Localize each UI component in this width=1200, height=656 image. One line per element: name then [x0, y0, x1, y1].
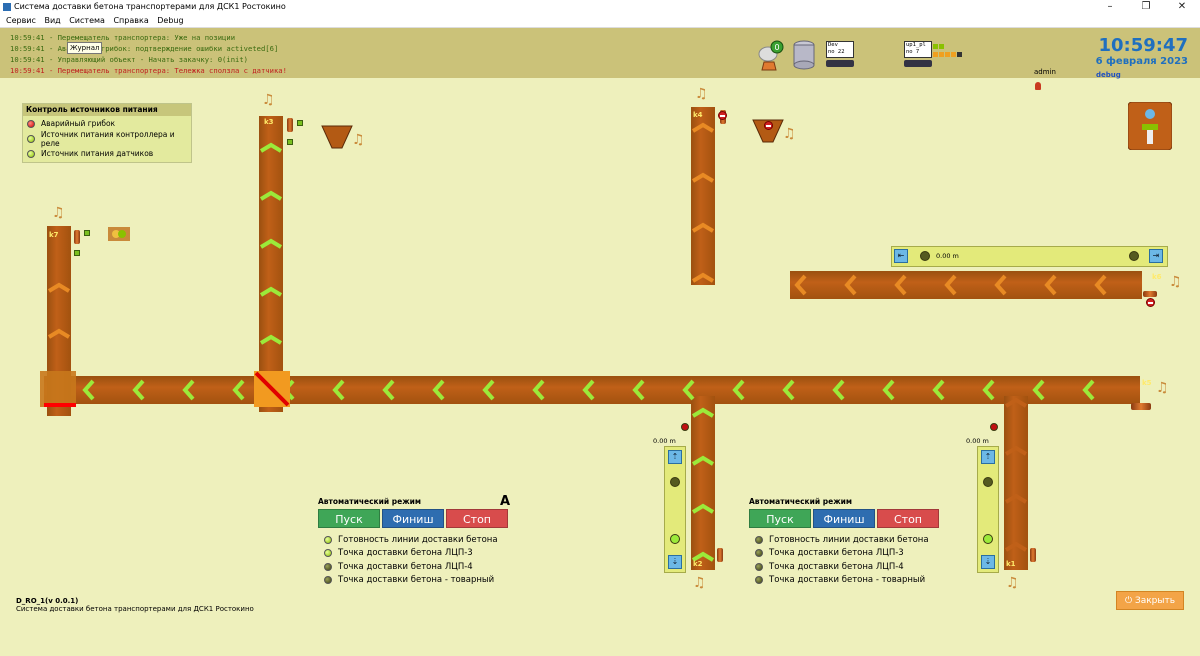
sound-icon: ♫ [693, 575, 706, 591]
sound-icon: ♫ [352, 132, 365, 148]
finish-button[interactable]: Финиш [813, 509, 875, 528]
status-led-icon [324, 562, 332, 571]
conveyor-label-k4: k4 [693, 111, 703, 119]
sensor-icon [297, 120, 303, 126]
status-led-icon [324, 549, 332, 558]
stop-sign-icon [718, 111, 727, 120]
move-up-button[interactable]: ⇡ [668, 450, 682, 464]
status-led-icon [755, 535, 763, 544]
status-item: Точка доставки бетона - товарный [324, 574, 518, 588]
conveyor-chevrons [40, 119, 1107, 562]
sensor-icon [84, 230, 90, 236]
mode-tag: A [500, 494, 511, 509]
motor-k7[interactable] [74, 230, 80, 244]
status-item: Точка доставки бетона ЛЦП-3 [755, 547, 949, 561]
status-led-icon [755, 576, 763, 585]
status-item: Готовность линии доставки бетона [324, 533, 518, 547]
auto-mode-right: Автоматический режим Пуск Финиш Стоп Гот… [749, 497, 949, 587]
close-button-label: Закрыть [1134, 596, 1176, 606]
status-item: Точка доставки бетона ЛЦП-4 [755, 560, 949, 574]
status-item-label: Точка доставки бетона ЛЦП-3 [769, 548, 904, 559]
start-button[interactable]: Пуск [749, 509, 811, 528]
sound-icon: ♫ [52, 205, 65, 221]
sound-icon: ♫ [695, 86, 708, 102]
sensor-icon [74, 250, 80, 256]
auto-mode-left: Автоматический режим A Пуск Финиш Стоп Г… [318, 494, 518, 588]
k6-distance: 0.00 m [936, 252, 959, 260]
status-item-label: Точка доставки бетона ЛЦП-4 [338, 561, 473, 572]
auto-mode-title: Автоматический режим [318, 497, 422, 506]
alarm-led-icon [681, 423, 689, 431]
status-item: Точка доставки бетона - товарный [755, 574, 949, 588]
motor-k5[interactable] [1131, 403, 1151, 410]
conveyor-label-k1: k1 [1006, 560, 1016, 568]
conveyor-label-k3: k3 [264, 118, 274, 126]
sound-icon: ♫ [783, 126, 796, 142]
motor-k6[interactable] [1143, 291, 1157, 297]
k2-distance: 0.00 m [653, 437, 676, 445]
position-led-icon [983, 534, 993, 544]
status-led-icon [755, 549, 763, 558]
position-led-icon [1129, 251, 1139, 261]
conveyor-label-k5: k5 [1142, 379, 1152, 387]
sensor-icon [287, 139, 293, 145]
motor-k2[interactable] [717, 548, 723, 562]
status-item: Точка доставки бетона ЛЦП-3 [324, 547, 518, 561]
status-led-icon [324, 535, 332, 544]
alarm-led-icon [990, 423, 998, 431]
k1-position-panel: ⇡ ⇣ [977, 446, 999, 573]
sound-icon: ♫ [262, 92, 275, 108]
status-item-label: Точка доставки бетона - товарный [338, 575, 495, 586]
k2-position-panel: ⇡ ⇣ [664, 446, 686, 573]
sound-icon: ♫ [1156, 380, 1169, 396]
sound-icon: ♫ [1006, 575, 1019, 591]
status-led-icon [755, 562, 763, 571]
version-info: D_RO_1(v 0.0.1) Система доставки бетона … [16, 597, 254, 613]
conveyor-label-k6: k6 [1152, 273, 1162, 281]
status-led-icon [324, 576, 332, 585]
status-item-label: Точка доставки бетона - товарный [769, 575, 926, 586]
auto-mode-title: Автоматический режим [749, 497, 853, 506]
mixer-control-icon[interactable] [1128, 102, 1172, 150]
move-left-button[interactable]: ⇤ [894, 249, 908, 263]
move-up-button[interactable]: ⇡ [981, 450, 995, 464]
stop-button[interactable]: Стоп [877, 509, 939, 528]
position-led-icon [983, 477, 993, 487]
sound-icon: ♫ [1169, 274, 1182, 290]
start-button[interactable]: Пуск [318, 509, 380, 528]
k1-distance: 0.00 m [966, 437, 989, 445]
status-item-label: Точка доставки бетона ЛЦП-4 [769, 561, 904, 572]
status-item: Готовность линии доставки бетона [755, 533, 949, 547]
stop-sign-icon [1146, 298, 1155, 307]
position-led-icon [670, 534, 680, 544]
move-right-button[interactable]: ⇥ [1149, 249, 1163, 263]
motor-k1[interactable] [1030, 548, 1036, 562]
status-item: Точка доставки бетона ЛЦП-4 [324, 560, 518, 574]
valve-icon[interactable] [108, 227, 130, 241]
stop-button[interactable]: Стоп [446, 509, 508, 528]
status-item-label: Готовность линии доставки бетона [338, 534, 498, 545]
conveyor-label-k2: k2 [693, 560, 703, 568]
motor-k3[interactable] [287, 118, 293, 132]
position-led-icon [670, 477, 680, 487]
status-item-label: Точка доставки бетона ЛЦП-3 [338, 548, 473, 559]
status-item-label: Готовность линии доставки бетона [769, 534, 929, 545]
stop-sign-icon [764, 121, 773, 130]
move-down-button[interactable]: ⇣ [668, 555, 682, 569]
move-down-button[interactable]: ⇣ [981, 555, 995, 569]
conveyor-label-k7: k7 [49, 231, 59, 239]
finish-button[interactable]: Финиш [382, 509, 444, 528]
close-button[interactable]: ⏻ Закрыть [1116, 591, 1184, 610]
version-line1: D_RO_1(v 0.0.1) [16, 597, 79, 605]
k6-position-panel: ⇤ 0.00 m ⇥ [891, 246, 1168, 267]
position-led-icon [920, 251, 930, 261]
version-line2: Система доставки бетона транспортерами д… [16, 605, 254, 613]
